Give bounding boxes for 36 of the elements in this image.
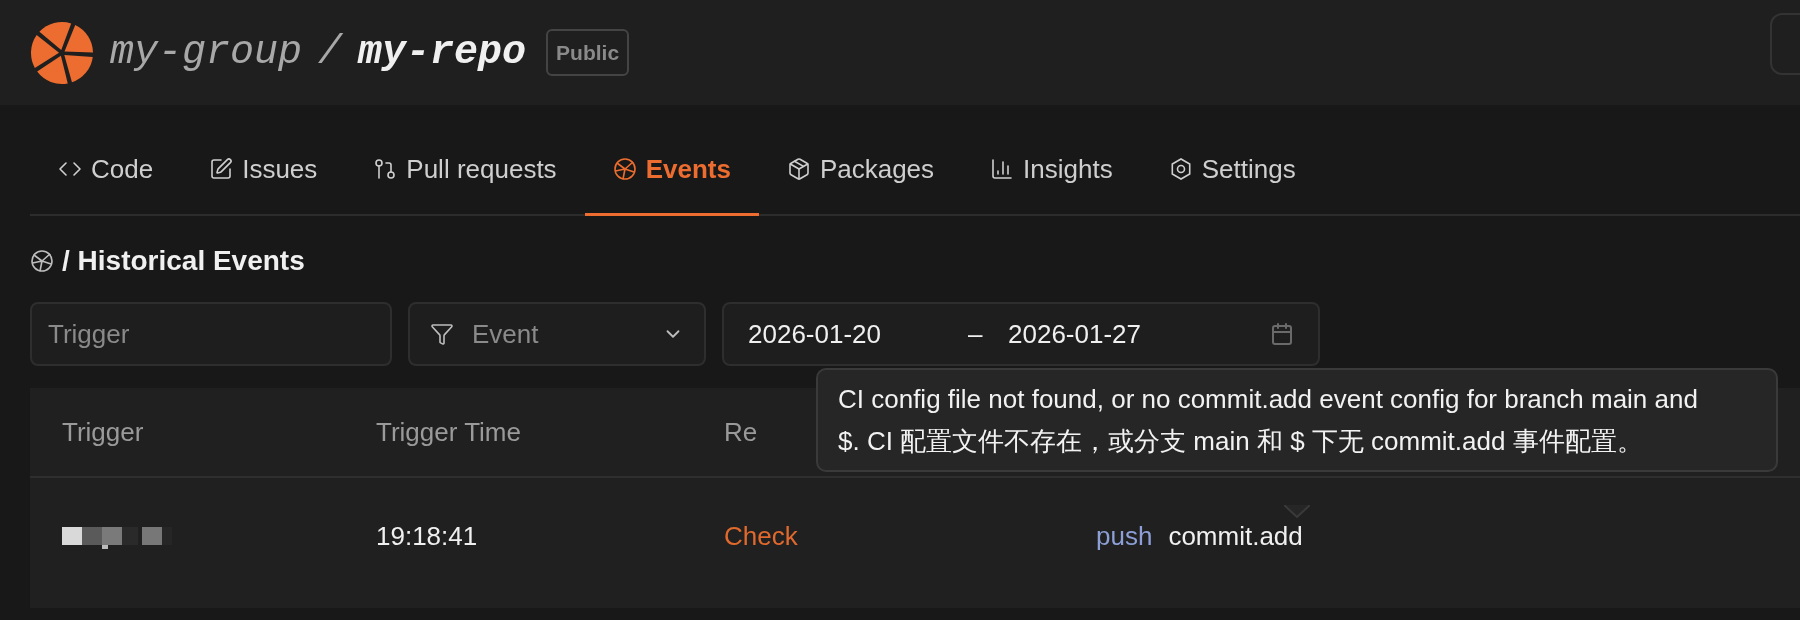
start-date[interactable]: 2026-01-20 [748,314,968,354]
logo-icon [30,20,94,85]
repo-name[interactable]: my-repo [358,22,527,83]
result-link[interactable]: Check [724,516,1096,556]
edit-icon [209,157,234,181]
tab[interactable]: Insights [962,125,1141,216]
end-date[interactable]: 2026-01-27 [1008,314,1270,354]
table-cell-text: 19:18:41 [376,519,479,553]
ball-icon [30,249,54,273]
cube-icon [786,157,811,181]
pull-request-icon [373,157,398,181]
tab[interactable]: Packages [758,125,963,216]
calendar-icon [1270,322,1294,346]
tab[interactable]: Settings [1140,125,1324,216]
bar-chart-icon [990,157,1015,181]
table-cell-text: commit.add [1168,519,1303,553]
column-header: Trigger Time [376,416,521,447]
page-title: / Historical Events [62,244,305,278]
tab[interactable]: Events [584,125,759,216]
visibility-badge: Public [546,28,630,77]
tab[interactable]: Code [30,125,182,216]
trigger-field[interactable]: Trigger [30,302,392,366]
path-separator: / [318,28,343,77]
tab[interactable]: Pull requests [345,125,585,216]
event-select[interactable]: Event [408,302,706,366]
ball-icon [612,157,637,181]
date-separator: – [968,317,984,351]
filter-icon [430,322,454,346]
column-header: Re [724,416,758,447]
tooltip-arrow-icon [1284,505,1310,518]
group-name[interactable]: my-group [110,22,303,83]
event-type: push [1096,519,1153,553]
column-header: Trigger [62,416,144,447]
tooltip: CI config file not found, or no commit.add event config for branch main and $. CI 配置文件不存在，或分支 main 和 $ 下无 commit.add 事件配置。 [816,368,1778,472]
tab[interactable]: Issues [181,125,346,216]
date-range-field[interactable]: 2026-01-20 – 2026-01-27 [722,302,1320,366]
